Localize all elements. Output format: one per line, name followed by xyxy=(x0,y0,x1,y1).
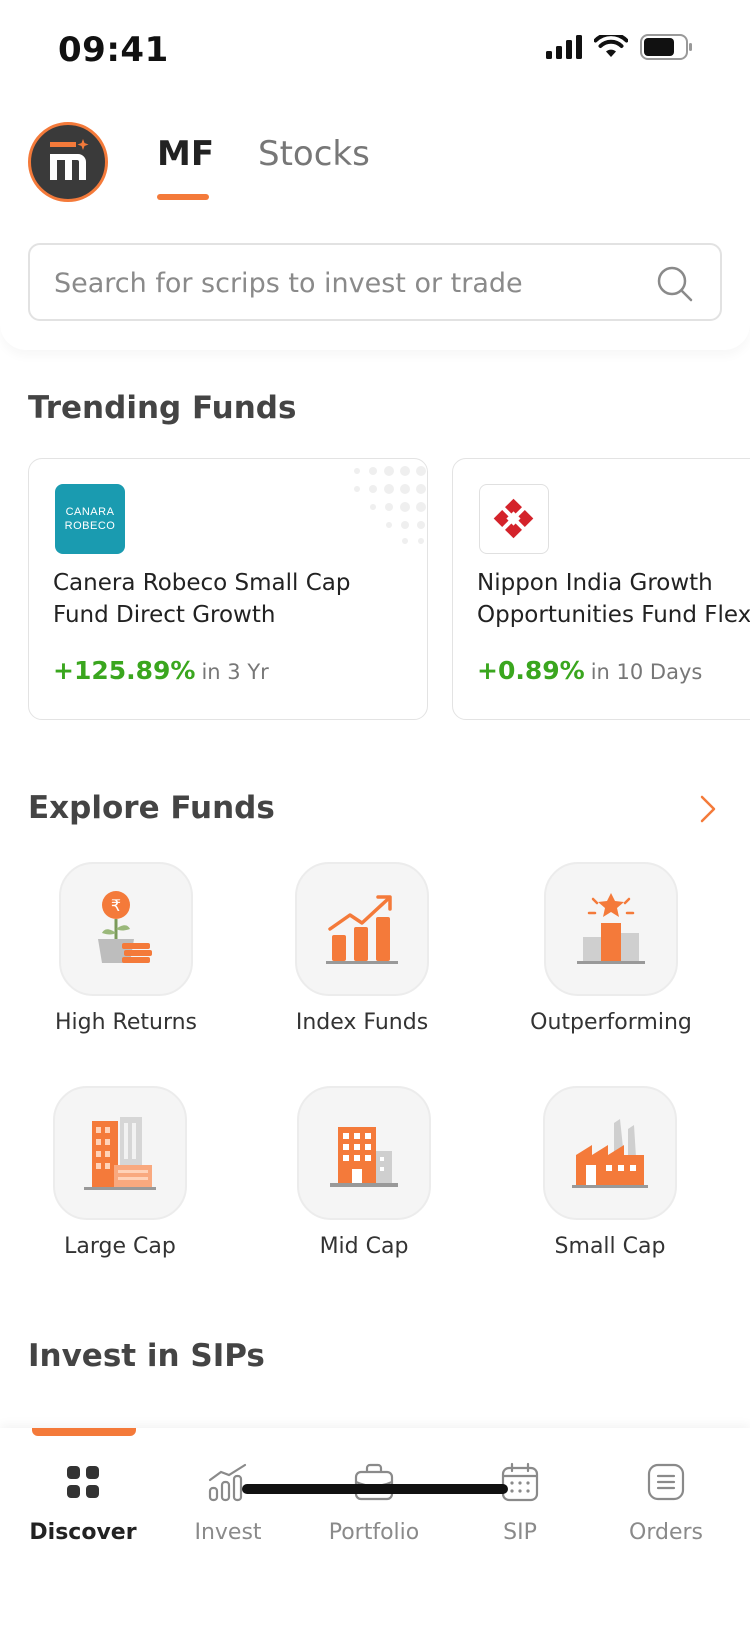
explore-mid-cap[interactable]: Mid Cap xyxy=(264,1086,464,1259)
active-tab-indicator xyxy=(157,194,209,200)
grid-icon xyxy=(10,1458,156,1506)
nav-portfolio[interactable]: Portfolio xyxy=(301,1458,447,1545)
status-bar: 09:41 xyxy=(0,0,750,100)
podium-star-icon xyxy=(544,862,678,996)
explore-label: High Returns xyxy=(54,1010,198,1035)
home-indicator xyxy=(242,1484,508,1494)
canara-logo-line2: ROBECO xyxy=(64,520,116,532)
status-time: 09:41 xyxy=(58,30,169,70)
search-icon[interactable] xyxy=(656,265,694,303)
nav-label: Discover xyxy=(29,1520,137,1545)
chevron-right-icon[interactable] xyxy=(698,794,718,824)
calendar-icon xyxy=(447,1458,593,1506)
nav-label: Orders xyxy=(629,1520,703,1545)
fund-name-line1: Canera Robeco Small Cap xyxy=(53,570,351,596)
active-nav-indicator xyxy=(32,1428,136,1436)
tab-mf[interactable]: MF xyxy=(157,134,214,174)
explore-small-cap[interactable]: Small Cap xyxy=(510,1086,710,1259)
large-buildings-icon xyxy=(53,1086,187,1220)
wifi-icon xyxy=(594,35,628,57)
factory-icon xyxy=(543,1086,677,1220)
nav-label: SIP xyxy=(503,1520,537,1545)
orders-list-icon xyxy=(593,1458,739,1506)
nippon-mark-icon xyxy=(493,498,534,539)
bottom-nav: Discover Invest Portfolio SIP Orders xyxy=(0,1428,750,1626)
explore-large-cap[interactable]: Large Cap xyxy=(20,1086,220,1259)
header: MF Stocks xyxy=(0,100,750,350)
dot-pattern-decoration xyxy=(354,466,426,544)
mid-building-icon xyxy=(297,1086,431,1220)
explore-funds-title: Explore Funds xyxy=(28,790,275,826)
fund-return-period: in 3 Yr xyxy=(201,660,269,684)
trending-funds-title: Trending Funds xyxy=(28,390,297,426)
nav-discover[interactable]: Discover xyxy=(10,1458,156,1545)
nav-orders[interactable]: Orders xyxy=(593,1458,739,1545)
explore-label: Mid Cap xyxy=(319,1234,409,1259)
explore-index-funds[interactable]: Index Funds xyxy=(262,862,462,1035)
fund-name-line1: Nippon India Growth xyxy=(477,570,713,596)
explore-label: Large Cap xyxy=(64,1234,176,1259)
status-icons xyxy=(546,34,694,60)
fund-card-canara[interactable]: CANARA ROBECO Canera Robeco Small Cap Fu… xyxy=(28,458,428,720)
fund-return-value: +125.89% xyxy=(53,656,196,685)
fund-return: +125.89% in 3 Yr xyxy=(53,656,269,685)
fund-return-value: +0.89% xyxy=(477,656,585,685)
canara-robeco-logo: CANARA ROBECO xyxy=(55,484,125,554)
nav-sip[interactable]: SIP xyxy=(447,1458,593,1545)
canara-logo-line1: CANARA xyxy=(65,506,115,518)
search-box[interactable] xyxy=(28,243,722,321)
explore-label: Outperforming xyxy=(530,1010,692,1035)
fund-name-line2: Opportunities Fund Flexi xyxy=(477,602,750,628)
signal-icon xyxy=(546,35,582,59)
fund-return: +0.89% in 10 Days xyxy=(477,656,702,685)
fund-return-period: in 10 Days xyxy=(590,660,703,684)
m-logo-icon xyxy=(50,139,89,180)
fund-name: Canera Robeco Small Cap Fund Direct Grow… xyxy=(53,567,413,631)
battery-icon xyxy=(640,34,692,60)
explore-high-returns[interactable]: ₹ High Returns xyxy=(26,862,226,1035)
fund-name: Nippon India Growth Opportunities Fund F… xyxy=(477,567,750,631)
explore-label: Index Funds xyxy=(295,1010,429,1035)
growth-chart-icon xyxy=(295,862,429,996)
fund-card-nippon[interactable]: Nippon India Growth Opportunities Fund F… xyxy=(452,458,750,720)
invest-in-sips-title: Invest in SIPs xyxy=(28,1338,265,1374)
svg-text:₹: ₹ xyxy=(111,896,121,915)
tab-stocks[interactable]: Stocks xyxy=(258,134,370,174)
nav-label: Invest xyxy=(194,1520,262,1545)
search-input[interactable] xyxy=(52,245,656,321)
bar-growth-icon xyxy=(155,1458,301,1506)
money-plant-icon: ₹ xyxy=(59,862,193,996)
nippon-logo-icon xyxy=(479,484,549,554)
nav-invest[interactable]: Invest xyxy=(155,1458,301,1545)
fund-name-line2: Fund Direct Growth xyxy=(53,602,276,628)
explore-outperforming[interactable]: Outperforming xyxy=(511,862,711,1035)
briefcase-icon xyxy=(301,1458,447,1506)
nav-label: Portfolio xyxy=(328,1520,420,1545)
explore-label: Small Cap xyxy=(554,1234,666,1259)
app-logo-icon[interactable] xyxy=(28,122,108,202)
